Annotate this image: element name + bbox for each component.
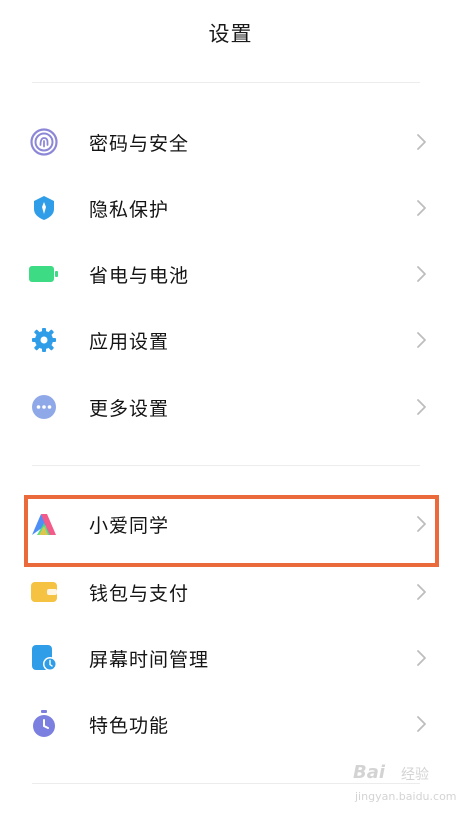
settings-item-privacy[interactable]: 隐私保护 xyxy=(0,175,461,241)
stopwatch-icon xyxy=(29,709,59,739)
settings-item-label: 特色功能 xyxy=(89,714,170,737)
page-header: 设置 xyxy=(0,0,461,66)
baidu-jingyan-watermark: Bai 经验 jingyan.baidu.com xyxy=(345,760,457,812)
chevron-right-icon xyxy=(417,716,426,732)
watermark-text: 经验 xyxy=(401,767,429,783)
chevron-right-icon xyxy=(417,584,426,600)
settings-item-label: 隐私保护 xyxy=(89,198,170,221)
watermark-url: jingyan.baidu.com xyxy=(355,790,457,803)
more-dots-icon xyxy=(29,392,59,422)
header-divider xyxy=(32,82,420,83)
privacy-shield-icon xyxy=(29,193,59,223)
settings-item-battery[interactable]: 省电与电池 xyxy=(0,241,461,307)
chevron-right-icon xyxy=(417,266,426,282)
chevron-right-icon xyxy=(417,650,426,666)
settings-item-app-settings[interactable]: 应用设置 xyxy=(0,307,461,373)
settings-item-more-settings[interactable]: 更多设置 xyxy=(0,374,461,440)
chevron-right-icon xyxy=(417,399,426,415)
highlight-box xyxy=(24,495,439,567)
settings-item-label: 更多设置 xyxy=(89,397,170,420)
battery-icon xyxy=(29,259,59,289)
page-title: 设置 xyxy=(208,22,253,46)
chevron-right-icon xyxy=(417,200,426,216)
settings-item-label: 钱包与支付 xyxy=(89,582,190,605)
settings-item-label: 省电与电池 xyxy=(89,264,190,287)
gear-icon xyxy=(29,325,59,355)
settings-item-password-security[interactable]: 密码与安全 xyxy=(0,109,461,175)
group-divider xyxy=(32,465,420,466)
chevron-right-icon xyxy=(417,134,426,150)
fingerprint-icon xyxy=(29,127,59,157)
wallet-icon xyxy=(29,577,59,607)
settings-item-label: 应用设置 xyxy=(89,330,170,353)
settings-item-features[interactable]: 特色功能 xyxy=(0,691,461,757)
settings-item-wallet[interactable]: 钱包与支付 xyxy=(0,559,461,625)
settings-item-label: 屏幕时间管理 xyxy=(89,648,210,671)
screen-time-icon xyxy=(29,643,59,673)
watermark-brand: Bai xyxy=(353,762,386,783)
settings-item-label: 密码与安全 xyxy=(89,132,190,155)
settings-item-screen-time[interactable]: 屏幕时间管理 xyxy=(0,625,461,691)
chevron-right-icon xyxy=(417,332,426,348)
